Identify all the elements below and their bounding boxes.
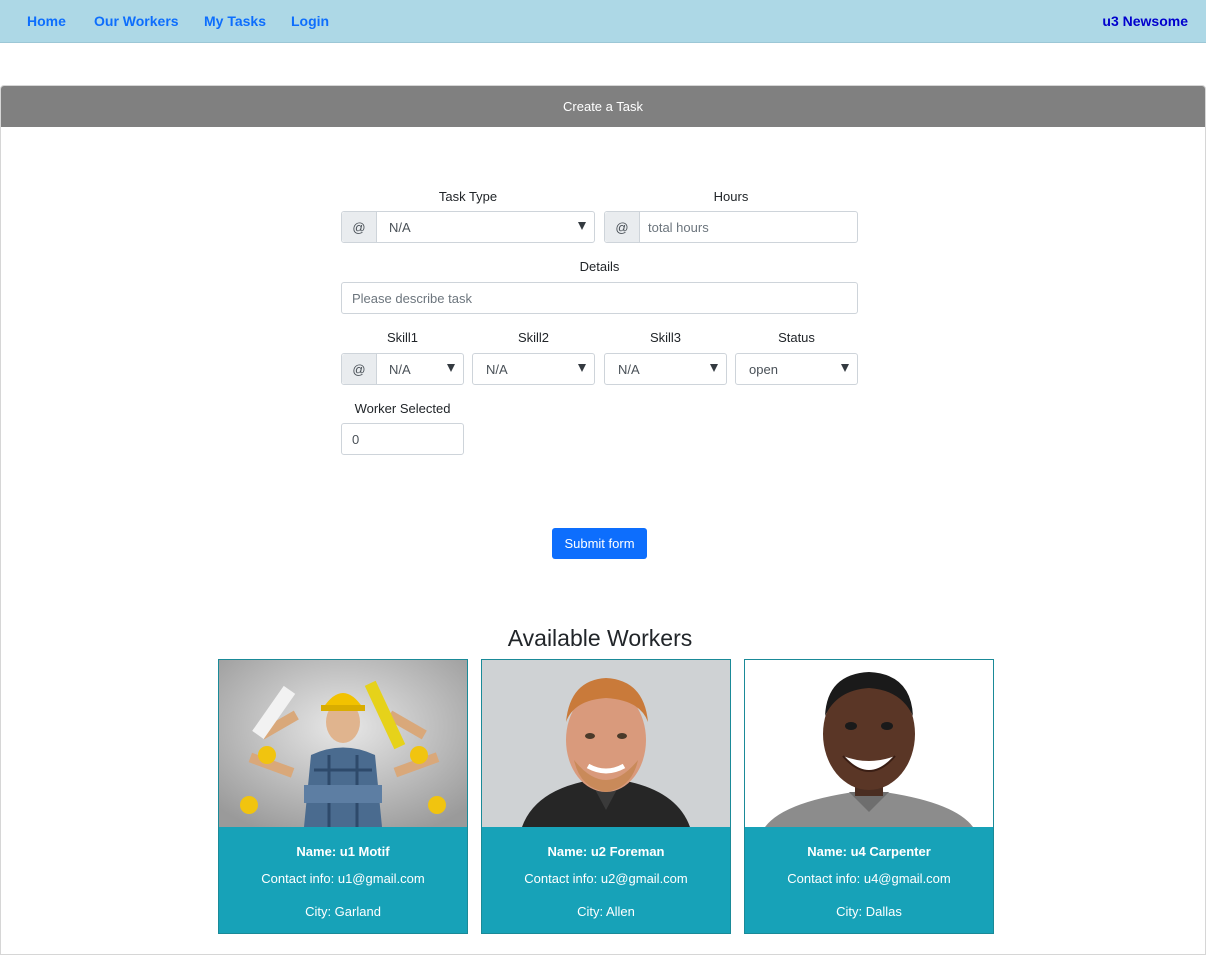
nav-login-link[interactable]: Login xyxy=(291,13,329,29)
task-type-value: N/A xyxy=(389,220,411,235)
skill3-value: N/A xyxy=(618,362,640,377)
skill1-addon: @ xyxy=(342,354,377,384)
task-type-label: Task Type xyxy=(438,189,498,204)
worker-contact: Contact info: u4@gmail.com xyxy=(787,871,951,886)
worker-photo xyxy=(482,660,730,827)
details-placeholder: Please describe task xyxy=(352,291,472,306)
chevron-down-icon xyxy=(841,364,849,372)
status-value: open xyxy=(749,362,778,377)
worker-card[interactable]: Name: u1 Motif Contact info: u1@gmail.co… xyxy=(218,659,468,934)
skill3-select[interactable]: N/A xyxy=(604,353,727,385)
worker-name: Name: u1 Motif xyxy=(296,844,390,859)
skill1-value: N/A xyxy=(389,362,411,377)
worker-photo xyxy=(219,660,467,827)
chevron-down-icon xyxy=(578,222,586,230)
worker-selected-value: 0 xyxy=(352,432,360,447)
status-select[interactable]: open xyxy=(735,353,858,385)
chevron-down-icon xyxy=(578,364,586,372)
nav-our-workers-link[interactable]: Our Workers xyxy=(94,13,179,29)
skill3-label: Skill3 xyxy=(649,330,682,345)
task-type-addon: @ xyxy=(342,212,377,242)
worker-name: Name: u4 Carpenter xyxy=(807,844,931,859)
chevron-down-icon xyxy=(710,364,718,372)
skill2-select[interactable]: N/A xyxy=(472,353,595,385)
carpenter-photo xyxy=(745,660,993,827)
skill2-label: Skill2 xyxy=(517,330,550,345)
worker-city: City: Allen xyxy=(577,904,635,919)
details-input[interactable]: Please describe task xyxy=(341,282,858,314)
hours-label: Hours xyxy=(713,189,749,204)
worker-name: Name: u2 Foreman xyxy=(547,844,665,859)
worker-city: City: Garland xyxy=(305,904,381,919)
handyman-photo xyxy=(219,660,467,827)
nav-my-tasks-link[interactable]: My Tasks xyxy=(204,13,266,29)
task-type-select[interactable]: @ N/A xyxy=(341,211,595,243)
card-header-title: Create a Task xyxy=(1,86,1205,127)
worker-contact: Contact info: u1@gmail.com xyxy=(261,871,425,886)
worker-photo xyxy=(745,660,993,827)
worker-card[interactable]: Name: u4 Carpenter Contact info: u4@gmai… xyxy=(744,659,994,934)
hours-addon: @ xyxy=(605,212,640,242)
skill2-value: N/A xyxy=(486,362,508,377)
worker-selected-input[interactable]: 0 xyxy=(341,423,464,455)
nav-home-link[interactable]: Home xyxy=(27,13,66,29)
details-label: Details xyxy=(579,259,620,274)
current-user-link[interactable]: u3 Newsome xyxy=(1102,13,1188,29)
hours-placeholder: total hours xyxy=(648,220,709,235)
hours-input[interactable]: @ total hours xyxy=(604,211,858,243)
worker-city: City: Dallas xyxy=(836,904,902,919)
foreman-photo xyxy=(482,660,730,827)
skill1-select[interactable]: @ N/A xyxy=(341,353,464,385)
chevron-down-icon xyxy=(447,364,455,372)
status-label: Status xyxy=(778,330,815,345)
submit-form-button[interactable]: Submit form xyxy=(552,528,647,559)
worker-contact: Contact info: u2@gmail.com xyxy=(524,871,688,886)
top-navbar: Home Our Workers My Tasks Login u3 Newso… xyxy=(0,0,1206,43)
worker-card[interactable]: Name: u2 Foreman Contact info: u2@gmail.… xyxy=(481,659,731,934)
skill1-label: Skill1 xyxy=(386,330,419,345)
available-workers-heading: Available Workers xyxy=(507,625,693,651)
worker-selected-label: Worker Selected xyxy=(354,401,451,416)
